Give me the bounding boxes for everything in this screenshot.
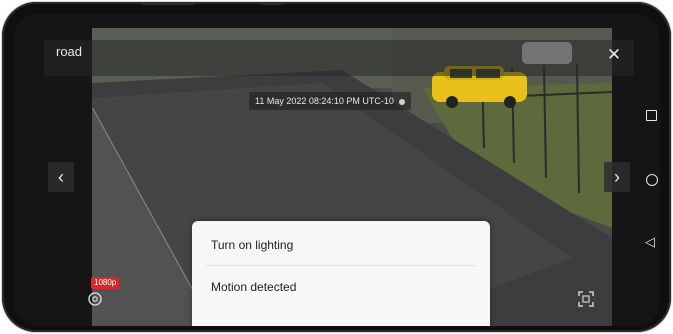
chevron-right-icon: › <box>614 167 620 187</box>
previous-camera-button[interactable]: ‹ <box>48 162 74 192</box>
home-button[interactable] <box>646 174 658 186</box>
screen: road ✕ 11 May 2022 08:24:10 PM UTC-10 ‹ … <box>14 14 660 326</box>
menu-item-motion-detected[interactable]: Motion detected <box>192 267 490 307</box>
gear-icon <box>88 292 102 306</box>
power-button <box>260 2 284 5</box>
back-icon: ◁ <box>645 234 655 249</box>
menu-divider <box>206 265 476 266</box>
top-bar <box>44 40 634 76</box>
back-button[interactable]: ◁ <box>640 232 660 252</box>
screenshot-button[interactable] <box>575 290 597 312</box>
settings-button[interactable] <box>84 290 106 312</box>
close-button[interactable]: ✕ <box>600 41 628 69</box>
camera-name: road <box>56 44 83 59</box>
action-menu: Turn on lighting Motion detected <box>192 221 490 326</box>
timestamp-text: 11 May 2022 08:24:10 PM UTC-10 <box>255 96 394 106</box>
chevron-left-icon: ‹ <box>58 167 64 187</box>
capture-frame-icon <box>578 291 594 307</box>
next-camera-button[interactable]: › <box>604 162 630 192</box>
timestamp-overlay: 11 May 2022 08:24:10 PM UTC-10 <box>249 92 412 110</box>
recents-button[interactable] <box>646 110 657 121</box>
phone-frame: road ✕ 11 May 2022 08:24:10 PM UTC-10 ‹ … <box>2 2 671 332</box>
quality-badge[interactable]: 1080p <box>91 277 120 289</box>
menu-item-turn-on-lighting[interactable]: Turn on lighting <box>192 225 490 265</box>
close-icon: ✕ <box>606 45 622 64</box>
record-dot-icon <box>399 98 406 105</box>
volume-button <box>142 2 194 5</box>
